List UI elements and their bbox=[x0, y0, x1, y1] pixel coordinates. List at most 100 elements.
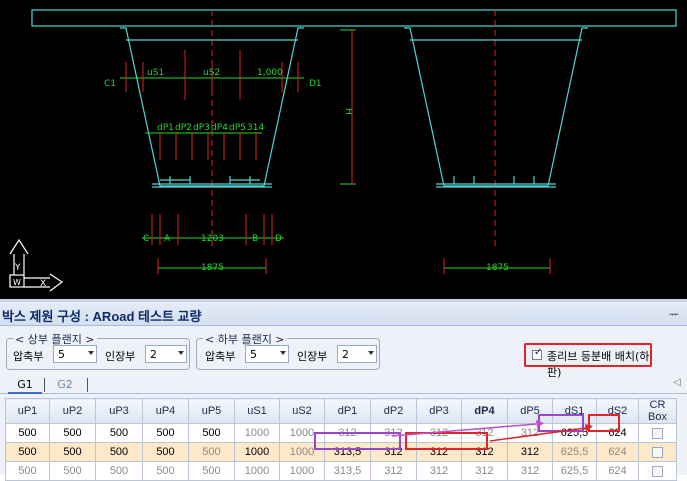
dropdown-arrow-icon bbox=[88, 351, 94, 355]
table-cell[interactable]: 312 bbox=[461, 461, 508, 481]
right-box-girder bbox=[404, 27, 588, 188]
label-dp2: dP2 bbox=[175, 123, 192, 133]
col-header[interactable]: dP3 bbox=[416, 398, 462, 424]
label-b: B bbox=[252, 234, 258, 244]
cad-drawing: uS1 uS2 1,000 C1 D1 dP1 dP2 dP3 dP4 dP5 … bbox=[9, 9, 677, 292]
col-header[interactable]: uP4 bbox=[142, 398, 189, 424]
table-cell[interactable]: 500 bbox=[142, 423, 189, 443]
lower-flange-group: < 하부 플랜지 > 압축부 5 인장부 2 bbox=[196, 331, 380, 370]
lower-tension-select[interactable]: 2 bbox=[337, 345, 377, 363]
tab-g1[interactable]: G1 bbox=[8, 376, 42, 394]
highlight-red-ds2 bbox=[588, 414, 620, 432]
highlight-red-dp3-dp4 bbox=[405, 432, 488, 450]
table-cell[interactable]: 625,5 bbox=[552, 442, 597, 462]
col-header[interactable]: uP2 bbox=[49, 398, 96, 424]
col-header[interactable]: dP4 bbox=[461, 398, 508, 424]
deck-slab bbox=[31, 9, 677, 27]
cr-box-cell[interactable] bbox=[638, 442, 677, 462]
table-cell[interactable]: 500 bbox=[142, 442, 189, 462]
col-header[interactable]: CR Box bbox=[638, 398, 677, 424]
table-cell[interactable]: 312 bbox=[416, 461, 462, 481]
label-dp5: dP5 bbox=[229, 123, 246, 133]
table-cell[interactable]: 500 bbox=[5, 423, 50, 443]
table-cell[interactable]: 500 bbox=[188, 442, 235, 462]
svg-text:W: W bbox=[13, 278, 21, 287]
table-cell[interactable]: 312 bbox=[370, 461, 417, 481]
table-row[interactable]: 500 500 500 500 500 1000 1000 313,5 312 … bbox=[5, 461, 677, 481]
table-cell[interactable]: 500 bbox=[95, 423, 143, 443]
upper-tension-label: 인장부 bbox=[105, 350, 136, 363]
label-width-left: 1875 bbox=[201, 263, 224, 273]
col-header[interactable]: uS1 bbox=[234, 398, 280, 424]
label-314: 314 bbox=[247, 123, 264, 133]
table-cell[interactable]: 624 bbox=[596, 442, 639, 462]
upper-tension-select[interactable]: 2 bbox=[145, 345, 187, 363]
label-1203: 1203 bbox=[201, 234, 224, 244]
label-us1: uS1 bbox=[147, 68, 164, 78]
dropdown-arrow-icon bbox=[280, 351, 286, 355]
table-cell[interactable]: 312 bbox=[507, 442, 553, 462]
table-cell[interactable]: 500 bbox=[95, 442, 143, 462]
col-header[interactable]: dP1 bbox=[324, 398, 371, 424]
table-cell[interactable]: 625,5 bbox=[552, 461, 597, 481]
table-cell[interactable]: 500 bbox=[5, 442, 50, 462]
table-cell[interactable]: 500 bbox=[188, 423, 235, 443]
table-cell[interactable]: 500 bbox=[142, 461, 189, 481]
col-header[interactable]: uS2 bbox=[279, 398, 325, 424]
tab-separator bbox=[87, 378, 88, 392]
tab-scroll-left-icon[interactable]: ◁ bbox=[673, 377, 681, 388]
highlight-purple-dp1-dp2 bbox=[314, 432, 401, 450]
tab-g2[interactable]: G2 bbox=[48, 376, 82, 394]
table-cell[interactable]: 500 bbox=[5, 461, 50, 481]
table-cell[interactable]: 500 bbox=[95, 461, 143, 481]
label-d: D bbox=[275, 234, 282, 244]
table-cell[interactable]: 500 bbox=[188, 461, 235, 481]
table-cell[interactable]: 1000 bbox=[279, 461, 325, 481]
upper-flange-group: < 상부 플랜지 > 압축부 5 인장부 2 bbox=[6, 331, 190, 370]
table-cell[interactable]: 1000 bbox=[234, 461, 280, 481]
table-cell[interactable]: 1000 bbox=[234, 423, 280, 443]
label-dp1: dP1 bbox=[157, 123, 174, 133]
col-header[interactable]: uP5 bbox=[188, 398, 235, 424]
label-h: H bbox=[343, 108, 353, 115]
pin-icon[interactable]: ᅲ bbox=[669, 306, 679, 322]
lower-compress-select[interactable]: 5 bbox=[245, 345, 289, 363]
label-us2: uS2 bbox=[203, 68, 220, 78]
label-c: C bbox=[143, 234, 149, 244]
tab-separator bbox=[44, 378, 45, 392]
label-c1: C1 bbox=[104, 79, 116, 89]
checkbox-icon[interactable]: ✓ bbox=[532, 347, 542, 360]
cr-box-cell[interactable] bbox=[638, 461, 677, 481]
girder-tabs: G1 G2 ◁ bbox=[0, 374, 687, 394]
table-cell[interactable]: 312 bbox=[507, 461, 553, 481]
table-cell[interactable]: 624 bbox=[596, 461, 639, 481]
table-cell[interactable]: 500 bbox=[49, 442, 96, 462]
checkbox-icon[interactable] bbox=[652, 427, 663, 439]
label-width-right: 1875 bbox=[486, 263, 509, 273]
dropdown-arrow-icon bbox=[368, 351, 374, 355]
svg-text:X: X bbox=[40, 279, 46, 289]
checkbox-icon[interactable] bbox=[652, 446, 663, 458]
cad-viewport[interactable]: uS1 uS2 1,000 C1 D1 dP1 dP2 dP3 dP4 dP5 … bbox=[0, 0, 687, 299]
upper-compress-select[interactable]: 5 bbox=[53, 345, 97, 363]
table-cell[interactable]: 313,5 bbox=[324, 461, 371, 481]
cr-box-cell[interactable] bbox=[638, 423, 677, 443]
upper-compress-label: 압축부 bbox=[13, 350, 44, 363]
table-cell[interactable]: 1000 bbox=[234, 442, 280, 462]
ucs-icon: Y W X bbox=[9, 238, 64, 292]
highlight-purple-ds1 bbox=[538, 414, 584, 432]
panel-title: 박스 제원 구성 : ARoad 테스트 교량 bbox=[2, 309, 202, 324]
label-a: A bbox=[164, 234, 171, 244]
equal-rib-option[interactable]: ✓ 종리브 등분배 배치(하판) bbox=[524, 343, 652, 379]
col-header[interactable]: uP1 bbox=[5, 398, 50, 424]
col-header[interactable]: dP2 bbox=[370, 398, 417, 424]
lower-compress-label: 압축부 bbox=[205, 350, 236, 363]
svg-text:Y: Y bbox=[14, 263, 21, 273]
col-header[interactable]: uP3 bbox=[95, 398, 143, 424]
table-cell[interactable]: 500 bbox=[49, 423, 96, 443]
table-cell[interactable]: 500 bbox=[49, 461, 96, 481]
lower-tension-label: 인장부 bbox=[297, 350, 328, 363]
label-d1: D1 bbox=[309, 79, 322, 89]
label-dp4: dP4 bbox=[211, 123, 228, 133]
box-config-panel: 박스 제원 구성 : ARoad 테스트 교량 ᅲ < 상부 플랜지 > 압축부… bbox=[0, 302, 687, 481]
